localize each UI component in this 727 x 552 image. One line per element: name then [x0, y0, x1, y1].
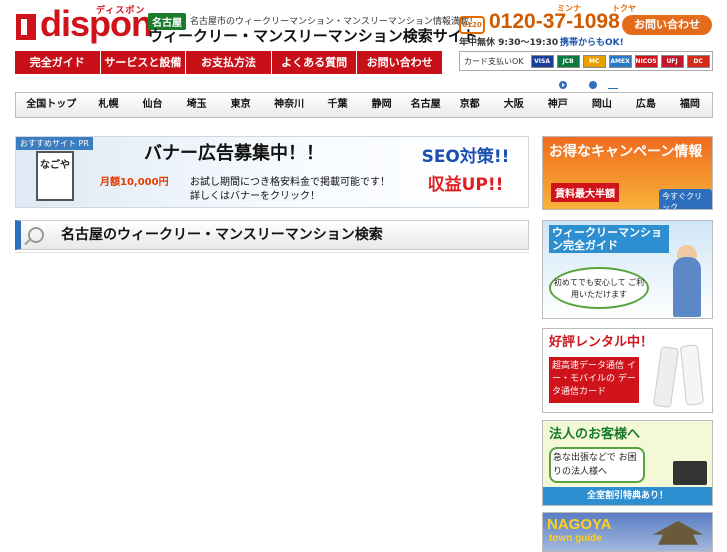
- campaign-subtitle: 賃料最大半額: [551, 183, 619, 202]
- usb-modem-icon: [652, 346, 680, 408]
- person-icon: [673, 257, 701, 317]
- card-jcb-icon: JCB: [556, 54, 580, 68]
- phone-number: 0120-37-1098: [489, 10, 620, 33]
- business-hours: 年中無休 9:30〜19:30: [459, 38, 559, 48]
- ad-banner[interactable]: おすすめサイト PR なごや バナー広告募集中！！ 月額10,000円 お試し期…: [15, 136, 529, 208]
- banner-subtext-2: 詳しくはバナーをクリック！: [190, 191, 320, 202]
- main-nav-guide[interactable]: 完全ガイド: [15, 51, 101, 74]
- rental-title: 好評レンタル中！: [549, 335, 654, 350]
- banner-subtext: お試し期間につき格安料金で掲載可能です！: [190, 177, 390, 188]
- corporate-bubble: 急な出張などで お困りの法人様へ: [549, 447, 645, 483]
- station-sign-image: なごや: [36, 151, 74, 201]
- banner-headline: バナー広告募集中！！: [144, 143, 324, 164]
- guide-bubble: 初めてでも安心して ご利用いただけます: [549, 267, 649, 309]
- audio-player[interactable]: [558, 80, 618, 90]
- divider: [15, 252, 529, 253]
- corporate-banner[interactable]: 法人のお客様へ 急な出張などで お困りの法人様へ 全室割引特典あり！: [542, 420, 713, 506]
- nagoya-subtitle: town guide: [549, 533, 602, 544]
- usb-modem-icon-2: [679, 344, 705, 406]
- region-item-kanagawa[interactable]: 神奈川: [263, 93, 316, 117]
- region-nav: 全国トップ 札幌 仙台 埼玉 東京 神奈川 千葉 静岡 名古屋 京都 大阪 神戸…: [15, 92, 713, 118]
- region-item-hiroshima[interactable]: 広島: [624, 93, 668, 117]
- search-icon: [28, 227, 44, 243]
- logo-kana: ディスポン: [96, 6, 146, 16]
- region-item-kyoto[interactable]: 京都: [448, 93, 492, 117]
- banner-price: 月額10,000円: [100, 177, 169, 188]
- campaign-button[interactable]: 今すぐクリック: [659, 189, 712, 209]
- search-heading: 名古屋のウィークリー・マンスリーマンション検索: [15, 220, 529, 250]
- region-item-fukuoka[interactable]: 福岡: [668, 93, 712, 117]
- main-nav-contact[interactable]: お問い合わせ: [357, 51, 442, 74]
- region-item-kobe[interactable]: 神戸: [536, 93, 580, 117]
- region-item-saitama[interactable]: 埼玉: [175, 93, 219, 117]
- contact-button[interactable]: お問い合わせ: [622, 15, 712, 35]
- main-nav-payment[interactable]: お支払方法: [186, 51, 272, 74]
- region-item-tokyo[interactable]: 東京: [219, 93, 263, 117]
- card-nicos-icon: NICOS: [634, 54, 658, 68]
- card-ufj-icon: UFJ: [660, 54, 684, 68]
- region-item-chiba[interactable]: 千葉: [316, 93, 360, 117]
- site-title: ウィークリー・マンスリーマンション検索サイト: [148, 27, 478, 45]
- payment-cards: カード支払いOK VISA JCB MC AMEX NICOS UFJ DC: [459, 51, 713, 71]
- nagoya-title: NAGOYA: [547, 516, 612, 533]
- region-item-sapporo[interactable]: 札幌: [86, 93, 130, 117]
- guide-title: ウィークリーマンション完全ガイド: [549, 225, 669, 253]
- region-item-top[interactable]: 全国トップ: [16, 93, 86, 117]
- main-nav-services[interactable]: サービスと設備: [101, 51, 187, 74]
- region-item-sendai[interactable]: 仙台: [131, 93, 175, 117]
- nagoya-guide-banner[interactable]: NAGOYA town guide: [542, 512, 713, 552]
- campaign-title: お得なキャンペーン情報: [549, 144, 703, 160]
- laptop-icon: [673, 461, 707, 485]
- castle-icon: [653, 521, 703, 545]
- region-item-okayama[interactable]: 岡山: [580, 93, 624, 117]
- guide-banner[interactable]: ウィークリーマンション完全ガイド 初めてでも安心して ご利用いただけます: [542, 220, 713, 319]
- region-item-nagoya[interactable]: 名古屋: [404, 93, 448, 117]
- card-amex-icon: AMEX: [608, 54, 632, 68]
- banner-pr-label: おすすめサイト PR: [16, 137, 93, 150]
- card-dc-icon: DC: [686, 54, 710, 68]
- rental-banner[interactable]: 好評レンタル中！ 超高速データ通信 イー・モバイルの データ通信カード: [542, 328, 713, 413]
- card-visa-icon: VISA: [530, 54, 554, 68]
- hours-note: 携帯からもOK!: [560, 38, 624, 48]
- main-nav: 完全ガイド サービスと設備 お支払方法 よくある質問 お問い合わせ: [15, 51, 442, 74]
- rental-text: 超高速データ通信 イー・モバイルの データ通信カード: [549, 357, 639, 403]
- campaign-banner[interactable]: お得なキャンペーン情報 賃料最大半額 今すぐクリック: [542, 136, 713, 210]
- corporate-title: 法人のお客様へ: [549, 427, 641, 442]
- main-nav-faq[interactable]: よくある質問: [272, 51, 358, 74]
- logo-mark[interactable]: [16, 14, 36, 40]
- free-dial-icon: 0120: [459, 16, 485, 34]
- region-item-shizuoka[interactable]: 静岡: [360, 93, 404, 117]
- tagline: 名古屋市のウィークリーマンション・マンスリーマンション情報満載！: [190, 17, 478, 27]
- banner-profit: 収益UP!!: [427, 175, 504, 195]
- card-mc-icon: MC: [582, 54, 606, 68]
- stop-icon: [589, 81, 597, 89]
- banner-seo: SEO対策!!: [421, 147, 510, 167]
- payment-label: カード支払いOK: [464, 56, 524, 66]
- corporate-discount: 全室割引特典あり！: [543, 487, 712, 505]
- region-item-osaka[interactable]: 大阪: [492, 93, 536, 117]
